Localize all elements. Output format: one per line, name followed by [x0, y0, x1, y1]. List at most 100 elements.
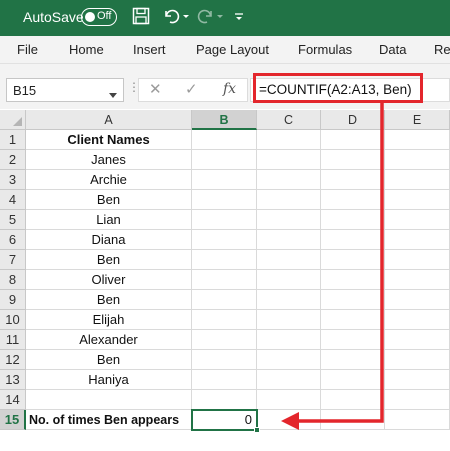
column-header-b[interactable]: B — [192, 110, 257, 130]
cell-a5[interactable]: Lian — [26, 210, 192, 230]
row-header-12[interactable]: 12 — [0, 350, 26, 370]
save-icon[interactable] — [132, 7, 150, 27]
cell-a10[interactable]: Elijah — [26, 310, 192, 330]
cell-d7[interactable] — [321, 250, 385, 270]
cell-a2[interactable]: Janes — [26, 150, 192, 170]
cell-e3[interactable] — [385, 170, 450, 190]
cell-b1[interactable] — [192, 130, 257, 150]
tab-file[interactable]: File — [17, 42, 38, 57]
cell-c11[interactable] — [257, 330, 321, 350]
cell-d13[interactable] — [321, 370, 385, 390]
column-header-c[interactable]: C — [257, 110, 321, 130]
cell-e9[interactable] — [385, 290, 450, 310]
cell-d11[interactable] — [321, 330, 385, 350]
cell-c1[interactable] — [257, 130, 321, 150]
tab-insert[interactable]: Insert — [133, 42, 166, 57]
tab-formulas[interactable]: Formulas — [298, 42, 352, 57]
cell-d15[interactable] — [321, 410, 385, 430]
cell-b13[interactable] — [192, 370, 257, 390]
cell-d9[interactable] — [321, 290, 385, 310]
cell-a1[interactable]: Client Names — [26, 130, 192, 150]
cell-d5[interactable] — [321, 210, 385, 230]
cell-e2[interactable] — [385, 150, 450, 170]
row-header-15[interactable]: 15 — [0, 410, 26, 430]
cell-c7[interactable] — [257, 250, 321, 270]
cell-e15[interactable] — [385, 410, 450, 430]
cell-a12[interactable]: Ben — [26, 350, 192, 370]
cell-c4[interactable] — [257, 190, 321, 210]
cell-c14[interactable] — [257, 390, 321, 410]
cell-b8[interactable] — [192, 270, 257, 290]
cell-c5[interactable] — [257, 210, 321, 230]
undo-dropdown-icon[interactable] — [182, 7, 190, 27]
cell-e8[interactable] — [385, 270, 450, 290]
cell-d2[interactable] — [321, 150, 385, 170]
cell-b3[interactable] — [192, 170, 257, 190]
cell-b7[interactable] — [192, 250, 257, 270]
undo-icon[interactable] — [162, 7, 180, 27]
cell-e11[interactable] — [385, 330, 450, 350]
cell-d8[interactable] — [321, 270, 385, 290]
cancel-icon[interactable]: ✕ — [149, 80, 162, 98]
cell-d14[interactable] — [321, 390, 385, 410]
row-header-14[interactable]: 14 — [0, 390, 26, 410]
cell-b11[interactable] — [192, 330, 257, 350]
cell-b10[interactable] — [192, 310, 257, 330]
cell-a6[interactable]: Diana — [26, 230, 192, 250]
tab-data[interactable]: Data — [379, 42, 406, 57]
cell-a9[interactable]: Ben — [26, 290, 192, 310]
cell-e1[interactable] — [385, 130, 450, 150]
row-header-3[interactable]: 3 — [0, 170, 26, 190]
row-header-7[interactable]: 7 — [0, 250, 26, 270]
cell-b6[interactable] — [192, 230, 257, 250]
select-all-corner[interactable] — [0, 110, 26, 130]
cell-c9[interactable] — [257, 290, 321, 310]
enter-check-icon[interactable]: ✓ — [185, 80, 198, 98]
cell-b12[interactable] — [192, 350, 257, 370]
cell-c6[interactable] — [257, 230, 321, 250]
cell-b14[interactable] — [192, 390, 257, 410]
cell-e13[interactable] — [385, 370, 450, 390]
chevron-down-icon[interactable] — [109, 87, 117, 102]
cell-d3[interactable] — [321, 170, 385, 190]
row-header-2[interactable]: 2 — [0, 150, 26, 170]
cell-a13[interactable]: Haniya — [26, 370, 192, 390]
cell-e6[interactable] — [385, 230, 450, 250]
column-header-a[interactable]: A — [26, 110, 192, 130]
insert-function-icon[interactable]: fx — [223, 81, 236, 97]
cell-e10[interactable] — [385, 310, 450, 330]
cell-d4[interactable] — [321, 190, 385, 210]
cell-e12[interactable] — [385, 350, 450, 370]
row-header-13[interactable]: 13 — [0, 370, 26, 390]
cell-a3[interactable]: Archie — [26, 170, 192, 190]
cell-c10[interactable] — [257, 310, 321, 330]
name-box[interactable]: B15 — [6, 78, 124, 102]
cell-b2[interactable] — [192, 150, 257, 170]
cell-a15[interactable]: No. of times Ben appears — [26, 410, 192, 430]
cell-c8[interactable] — [257, 270, 321, 290]
cell-c3[interactable] — [257, 170, 321, 190]
cell-a14[interactable] — [26, 390, 192, 410]
cell-b4[interactable] — [192, 190, 257, 210]
cell-e7[interactable] — [385, 250, 450, 270]
customize-toolbar-icon[interactable] — [234, 7, 244, 27]
cell-e5[interactable] — [385, 210, 450, 230]
row-header-8[interactable]: 8 — [0, 270, 26, 290]
row-header-5[interactable]: 5 — [0, 210, 26, 230]
autosave-toggle[interactable]: Off — [81, 8, 117, 26]
tab-home[interactable]: Home — [69, 42, 104, 57]
cell-b9[interactable] — [192, 290, 257, 310]
cell-d10[interactable] — [321, 310, 385, 330]
cell-e14[interactable] — [385, 390, 450, 410]
cell-a7[interactable]: Ben — [26, 250, 192, 270]
cell-a8[interactable]: Oliver — [26, 270, 192, 290]
cell-c15[interactable] — [257, 410, 321, 430]
cell-c13[interactable] — [257, 370, 321, 390]
row-header-10[interactable]: 10 — [0, 310, 26, 330]
cell-d12[interactable] — [321, 350, 385, 370]
tab-review[interactable]: Re — [434, 42, 450, 57]
cell-c12[interactable] — [257, 350, 321, 370]
row-header-11[interactable]: 11 — [0, 330, 26, 350]
column-header-e[interactable]: E — [385, 110, 450, 130]
cell-d6[interactable] — [321, 230, 385, 250]
